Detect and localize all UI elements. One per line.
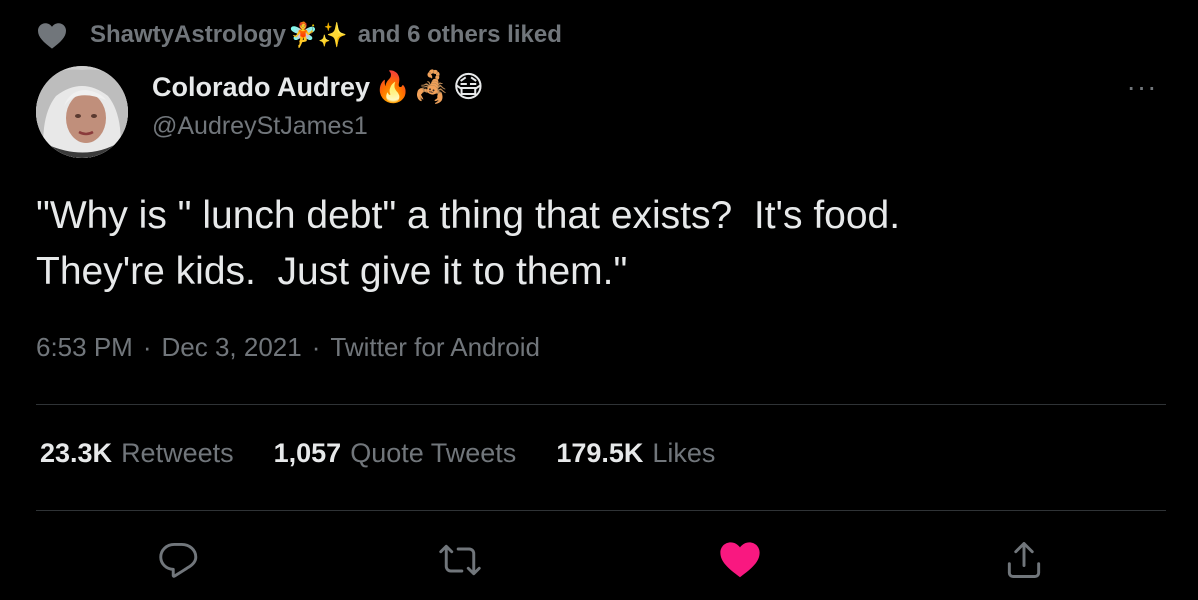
retweet-button[interactable] xyxy=(432,532,488,588)
quotes-label: Quote Tweets xyxy=(350,438,517,468)
likes-stat[interactable]: 179.5K Likes xyxy=(556,438,715,469)
quotes-count: 1,057 xyxy=(273,438,342,468)
meta-separator: · xyxy=(142,332,152,362)
tweet-time[interactable]: 6:53 PM xyxy=(36,332,133,363)
author-block[interactable]: Colorado Audrey 🔥🦂😷 @AudreyStJames1 xyxy=(152,64,486,141)
heart-filled-icon xyxy=(720,542,760,578)
avatar-image xyxy=(36,66,128,158)
avatar[interactable] xyxy=(36,66,128,158)
reply-button[interactable] xyxy=(150,532,206,588)
liked-by-emoji: 🧚✨ xyxy=(288,21,348,49)
more-icon[interactable]: ··· xyxy=(1122,71,1162,102)
author-handle[interactable]: @AudreyStJames1 xyxy=(152,112,486,141)
tweet-meta: 6:53 PM · Dec 3, 2021 · Twitter for Andr… xyxy=(36,332,540,363)
liked-by-name[interactable]: ShawtyAstrology xyxy=(90,21,286,49)
author-emojis: 🔥🦂😷 xyxy=(374,70,487,104)
share-icon xyxy=(1007,542,1041,578)
reply-icon xyxy=(159,542,198,578)
author-display-name[interactable]: Colorado Audrey xyxy=(152,72,370,103)
retweets-stat[interactable]: 23.3K Retweets xyxy=(40,438,234,469)
tweet-date[interactable]: Dec 3, 2021 xyxy=(162,332,302,363)
likes-label: Likes xyxy=(652,438,716,468)
divider xyxy=(36,510,1166,511)
tweet-source[interactable]: Twitter for Android xyxy=(330,332,540,363)
like-button[interactable] xyxy=(712,532,768,588)
tweet-text: "Why is " lunch debt" a thing that exist… xyxy=(36,194,901,293)
liked-by-suffix: and 6 others liked xyxy=(357,21,562,48)
likes-count: 179.5K xyxy=(556,438,644,468)
heart-icon xyxy=(38,23,66,49)
tweet-actions xyxy=(0,532,1198,588)
divider xyxy=(36,404,1166,405)
meta-separator: · xyxy=(311,332,321,362)
share-button[interactable] xyxy=(996,532,1052,588)
social-context: ShawtyAstrology 🧚✨ and 6 others liked xyxy=(36,18,562,52)
retweets-label: Retweets xyxy=(121,438,234,468)
retweet-icon xyxy=(439,544,481,576)
quotes-stat[interactable]: 1,057 Quote Tweets xyxy=(274,438,517,469)
author-name-row: Colorado Audrey 🔥🦂😷 xyxy=(152,64,486,110)
tweet-stats: 23.3K Retweets 1,057 Quote Tweets 179.5K… xyxy=(40,438,755,469)
retweets-count: 23.3K xyxy=(40,438,113,468)
